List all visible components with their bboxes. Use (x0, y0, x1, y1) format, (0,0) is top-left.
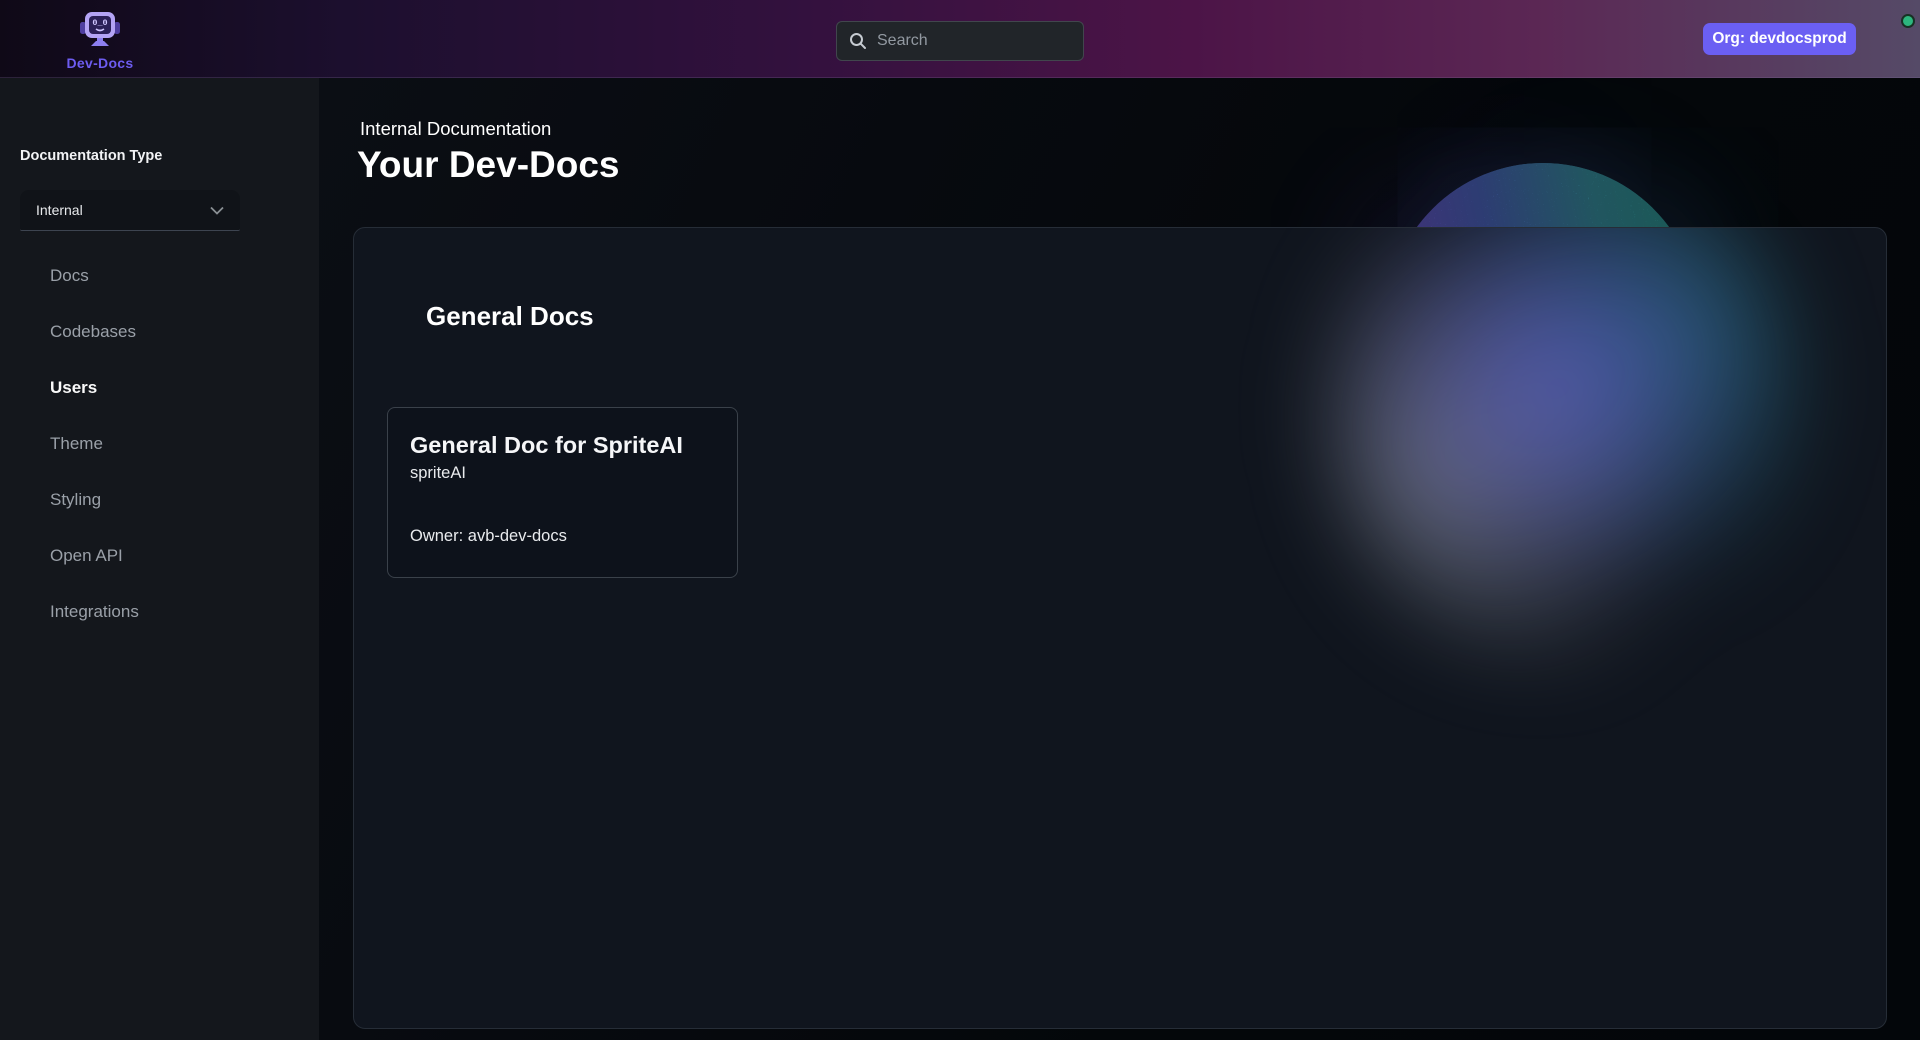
logo-wordmark: Dev-Docs (67, 55, 134, 71)
robot-icon: 0_0 (78, 8, 122, 53)
org-button-label: Org: devdocsprod (1712, 30, 1846, 48)
sidebar-item-codebases[interactable]: Codebases (0, 304, 319, 360)
section-title: General Docs (426, 301, 594, 332)
app-logo[interactable]: 0_0 Dev-Docs (40, 8, 160, 70)
doc-card-title: General Doc for SpriteAI (410, 432, 715, 459)
search-input[interactable] (877, 32, 1084, 50)
sidebar-item-integrations[interactable]: Integrations (0, 584, 319, 640)
doc-card-owner: Owner: avb-dev-docs (410, 527, 715, 546)
doc-type-label: Documentation Type (20, 148, 162, 164)
doc-type-selected-value: Internal (36, 202, 83, 218)
sidebar-nav: Docs Codebases Users Theme Styling Open … (0, 248, 319, 640)
topbar: 0_0 Dev-Docs Org: devdocsprod (0, 0, 1920, 78)
docs-panel: General Docs General Doc for SpriteAI sp… (353, 227, 1887, 1029)
sidebar-item-styling[interactable]: Styling (0, 472, 319, 528)
sidebar: Documentation Type Internal Docs Codebas… (0, 78, 319, 1040)
page-eyebrow: Internal Documentation (360, 118, 551, 140)
doc-type-select[interactable]: Internal (20, 190, 240, 231)
online-status-dot (1901, 14, 1915, 28)
sidebar-item-users[interactable]: Users (0, 360, 319, 416)
panel-glow-decoration (1334, 227, 1794, 658)
doc-card[interactable]: General Doc for SpriteAI spriteAI Owner:… (387, 407, 738, 578)
sidebar-item-docs[interactable]: Docs (0, 248, 319, 304)
chevron-down-icon (210, 206, 224, 215)
page-title: Your Dev-Docs (357, 144, 620, 186)
sidebar-item-open-api[interactable]: Open API (0, 528, 319, 584)
search-icon (849, 32, 867, 50)
doc-card-subtitle: spriteAI (410, 464, 715, 483)
sidebar-item-theme[interactable]: Theme (0, 416, 319, 472)
search-bar[interactable] (836, 21, 1084, 61)
org-button[interactable]: Org: devdocsprod (1703, 23, 1856, 55)
robot-face: 0_0 (92, 18, 107, 28)
